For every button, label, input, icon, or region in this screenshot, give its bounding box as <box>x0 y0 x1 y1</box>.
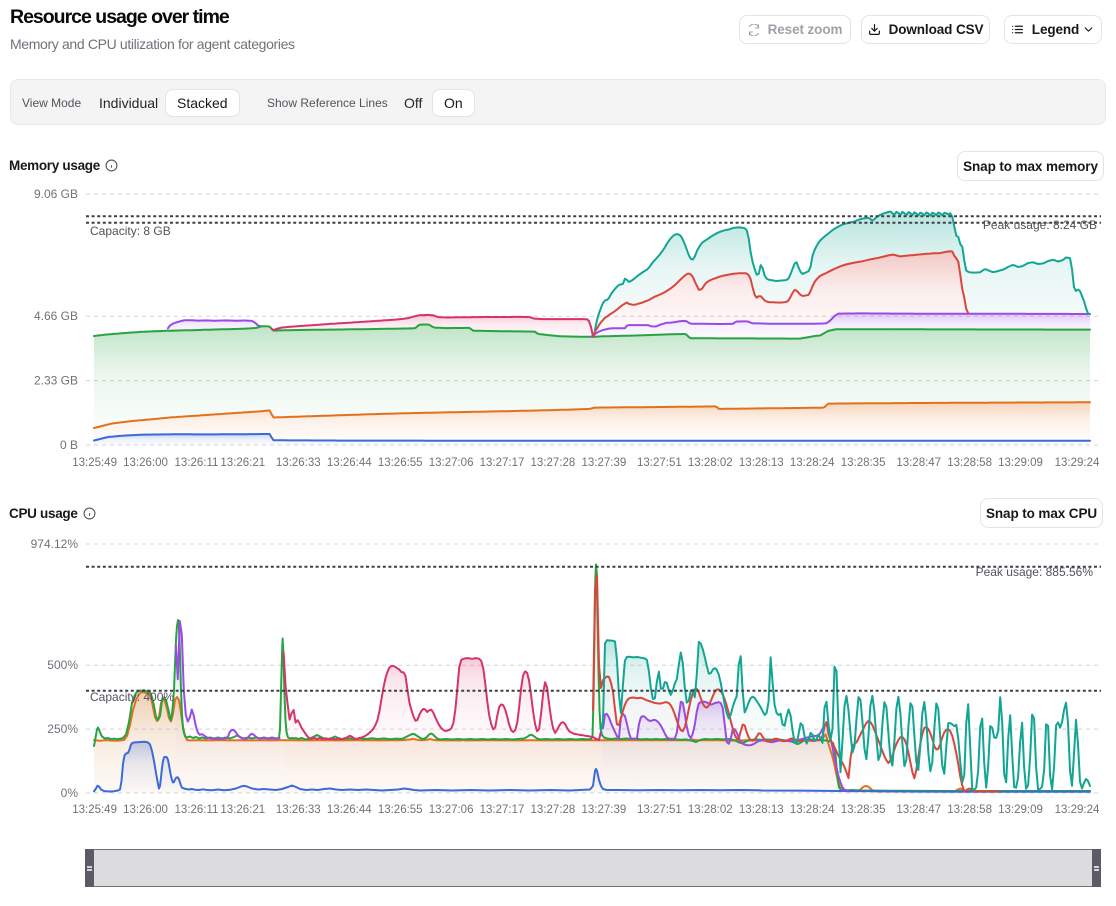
svg-text:13:26:11: 13:26:11 <box>175 804 219 816</box>
svg-text:13:27:51: 13:27:51 <box>637 804 682 816</box>
svg-text:13:25:49: 13:25:49 <box>72 804 117 816</box>
svg-text:13:26:00: 13:26:00 <box>123 804 168 816</box>
svg-text:250%: 250% <box>47 722 78 736</box>
svg-text:13:28:13: 13:28:13 <box>739 804 784 816</box>
svg-text:13:26:00: 13:26:00 <box>123 457 168 469</box>
svg-text:13:28:02: 13:28:02 <box>688 804 733 816</box>
svg-text:0%: 0% <box>61 786 79 800</box>
svg-text:13:29:24: 13:29:24 <box>1055 804 1100 816</box>
svg-text:Capacity: 400%: Capacity: 400% <box>90 690 174 704</box>
svg-text:2.33 GB: 2.33 GB <box>34 374 78 388</box>
svg-text:13:26:21: 13:26:21 <box>220 457 265 469</box>
svg-text:13:28:02: 13:28:02 <box>688 457 733 469</box>
svg-text:13:28:58: 13:28:58 <box>947 804 992 816</box>
svg-text:13:29:24: 13:29:24 <box>1055 457 1100 469</box>
svg-text:13:29:09: 13:29:09 <box>998 457 1043 469</box>
svg-text:13:27:28: 13:27:28 <box>531 457 576 469</box>
svg-text:0 B: 0 B <box>60 438 78 452</box>
svg-text:13:26:33: 13:26:33 <box>276 457 321 469</box>
svg-text:13:27:39: 13:27:39 <box>582 804 627 816</box>
svg-text:13:27:51: 13:27:51 <box>637 457 682 469</box>
svg-text:13:26:44: 13:26:44 <box>327 804 372 816</box>
svg-text:13:27:28: 13:27:28 <box>531 804 576 816</box>
svg-text:13:26:55: 13:26:55 <box>378 457 423 469</box>
svg-text:Peak usage: 8.24 GB: Peak usage: 8.24 GB <box>983 218 1097 232</box>
svg-text:13:26:44: 13:26:44 <box>327 457 372 469</box>
svg-text:13:26:55: 13:26:55 <box>378 804 423 816</box>
svg-text:4.66 GB: 4.66 GB <box>34 309 78 323</box>
svg-text:13:28:47: 13:28:47 <box>896 804 941 816</box>
svg-text:13:28:58: 13:28:58 <box>947 457 992 469</box>
svg-text:13:25:49: 13:25:49 <box>72 457 117 469</box>
svg-text:13:26:21: 13:26:21 <box>220 804 265 816</box>
svg-text:Peak usage: 885.56%: Peak usage: 885.56% <box>976 565 1094 579</box>
svg-text:13:28:13: 13:28:13 <box>739 457 784 469</box>
svg-text:13:28:47: 13:28:47 <box>896 457 941 469</box>
svg-text:974.12%: 974.12% <box>31 537 79 551</box>
svg-text:13:27:17: 13:27:17 <box>480 457 525 469</box>
svg-text:13:28:24: 13:28:24 <box>790 457 835 469</box>
svg-text:13:29:09: 13:29:09 <box>998 804 1043 816</box>
svg-text:13:28:24: 13:28:24 <box>790 804 835 816</box>
svg-text:13:28:35: 13:28:35 <box>841 457 886 469</box>
svg-text:13:28:35: 13:28:35 <box>841 804 886 816</box>
svg-text:13:27:39: 13:27:39 <box>582 457 627 469</box>
svg-text:13:26:11: 13:26:11 <box>175 457 219 469</box>
svg-text:9.06 GB: 9.06 GB <box>34 187 78 201</box>
svg-text:13:27:06: 13:27:06 <box>429 804 474 816</box>
svg-text:13:27:17: 13:27:17 <box>480 804 525 816</box>
svg-text:13:26:33: 13:26:33 <box>276 804 321 816</box>
svg-text:Capacity: 8 GB: Capacity: 8 GB <box>90 224 171 238</box>
svg-text:13:27:06: 13:27:06 <box>429 457 474 469</box>
svg-text:500%: 500% <box>47 658 78 672</box>
